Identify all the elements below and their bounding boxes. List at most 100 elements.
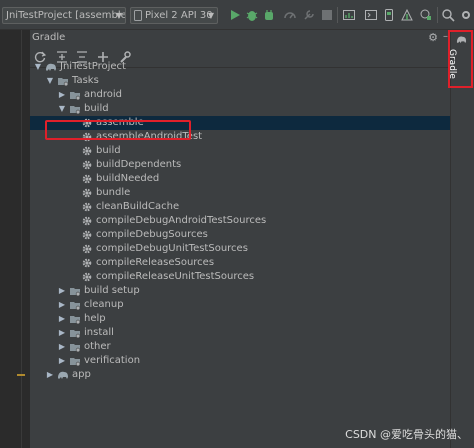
panel-header: Gradle ⚙ – [30,30,450,46]
toolbar-separator [337,7,338,23]
tree-node-label: build [96,145,121,156]
stop-icon[interactable] [320,8,334,22]
phone-icon [134,10,142,21]
tree-node[interactable]: ▶ install [30,326,450,340]
run-icon[interactable] [228,8,242,22]
tree-node-label: compileDebugSources [96,229,208,240]
tree-node[interactable]: ▼ JniTestProject [30,60,450,74]
gradle-side-tab[interactable]: Gradle [447,30,473,88]
settings-icon[interactable] [459,8,473,22]
annotation-highlight-box [45,120,191,140]
tree-node[interactable]: ▶ help [30,312,450,326]
gear-icon [82,202,92,212]
gear-icon [82,244,92,254]
gradle-side-tab-label: Gradle [447,49,457,79]
editor-caret-marker [17,374,25,376]
tree-node-label: build setup [84,285,140,296]
tree-node-label: compileDebugUnitTestSources [96,243,248,254]
tree-node[interactable]: ▶ cleanup [30,298,450,312]
tree-node-label: verification [84,355,141,366]
tree-node-label: JniTestProject [60,61,126,72]
chevron-right-icon[interactable]: ▶ [57,88,67,102]
folder-icon [70,358,81,367]
task-row[interactable]: compileDebugSources [30,228,450,242]
search-icon[interactable] [441,8,455,22]
tree-node-label: bundle [96,187,131,198]
folder-icon [58,78,69,87]
sync-project-icon[interactable] [342,8,356,22]
task-row[interactable]: cleanBuildCache [30,200,450,214]
tree-node-label: app [72,369,91,380]
chevron-down-icon[interactable]: ▼ [57,102,67,116]
tree-node-label: android [84,89,122,100]
tree-node[interactable]: ▼ Tasks [30,74,450,88]
chevron-down-icon: ▼ [115,11,122,20]
chevron-down-icon[interactable]: ▼ [33,60,43,74]
layout-inspector-icon[interactable] [419,8,433,22]
chevron-right-icon[interactable]: ▶ [57,284,67,298]
run-config-selector[interactable]: JniTestProject [assemble] ▼ [2,7,126,24]
task-row[interactable]: buildDependents [30,158,450,172]
tree-node-label: Tasks [72,75,99,86]
task-row[interactable]: compileReleaseUnitTestSources [30,270,450,284]
tree-node[interactable]: ▶ app [30,368,450,382]
device-selector[interactable]: Pixel 2 API 30 ▼ [130,7,218,24]
folder-icon [70,302,81,311]
main-toolbar: JniTestProject [assemble] ▼ Pixel 2 API … [0,0,474,30]
elephant-icon [58,371,68,379]
tree-node[interactable]: ▶ other [30,340,450,354]
gear-icon [82,174,92,184]
toolbar-separator [437,7,438,23]
task-row[interactable]: buildNeeded [30,172,450,186]
watermark: CSDN @爱吃骨头的猫、 [345,428,468,441]
task-row[interactable]: compileDebugUnitTestSources [30,242,450,256]
gear-icon [82,160,92,170]
folder-icon [70,92,81,101]
task-row[interactable]: compileDebugAndroidTestSources [30,214,450,228]
tree-node-label: install [84,327,114,338]
profile-icon[interactable] [283,8,297,22]
folder-icon [70,330,81,339]
chevron-right-icon[interactable]: ▶ [57,312,67,326]
gear-icon [82,230,92,240]
tree-node-label: cleanup [84,299,124,310]
device-manager-icon[interactable] [400,8,414,22]
chevron-right-icon[interactable]: ▶ [45,368,55,382]
tree-node[interactable]: ▼ build [30,102,450,116]
folder-icon [70,288,81,297]
gradle-tool-window: Gradle ⚙ – ▼ JniTestProject ▼ Tasks ▶ android… [30,30,450,448]
gear-icon [82,216,92,226]
tree-node-label: cleanBuildCache [96,201,180,212]
tree-node-label: compileDebugAndroidTestSources [96,215,267,226]
sdk-manager-icon[interactable] [382,8,396,22]
elephant-icon [46,63,56,71]
task-row[interactable]: build [30,144,450,158]
tree-node-label: build [84,103,109,114]
build-icon[interactable] [302,8,316,22]
chevron-right-icon[interactable]: ▶ [57,354,67,368]
avd-manager-icon[interactable] [364,8,378,22]
tree-node[interactable]: ▶ build setup [30,284,450,298]
gear-icon [82,272,92,282]
run-config-label: JniTestProject [assemble] [6,10,126,21]
chevron-down-icon: ▼ [207,11,214,20]
attach-debugger-icon[interactable] [262,8,276,22]
device-label: Pixel 2 API 30 [145,10,213,21]
tree-node-label: compileReleaseSources [96,257,215,268]
gear-icon [82,146,92,156]
tree-node[interactable]: ▶ verification [30,354,450,368]
elephant-icon [456,36,467,44]
debug-icon[interactable] [245,8,259,22]
chevron-right-icon[interactable]: ▶ [57,340,67,354]
gear-icon [82,258,92,268]
gear-icon[interactable]: ⚙ [428,31,438,45]
chevron-right-icon[interactable]: ▶ [57,298,67,312]
panel-title: Gradle [32,32,66,43]
tree-node[interactable]: ▶ android [30,88,450,102]
chevron-right-icon[interactable]: ▶ [57,326,67,340]
task-row[interactable]: compileReleaseSources [30,256,450,270]
chevron-down-icon[interactable]: ▼ [45,74,55,88]
task-row[interactable]: bundle [30,186,450,200]
tree-node-label: help [84,313,106,324]
editor-strip [0,30,30,448]
